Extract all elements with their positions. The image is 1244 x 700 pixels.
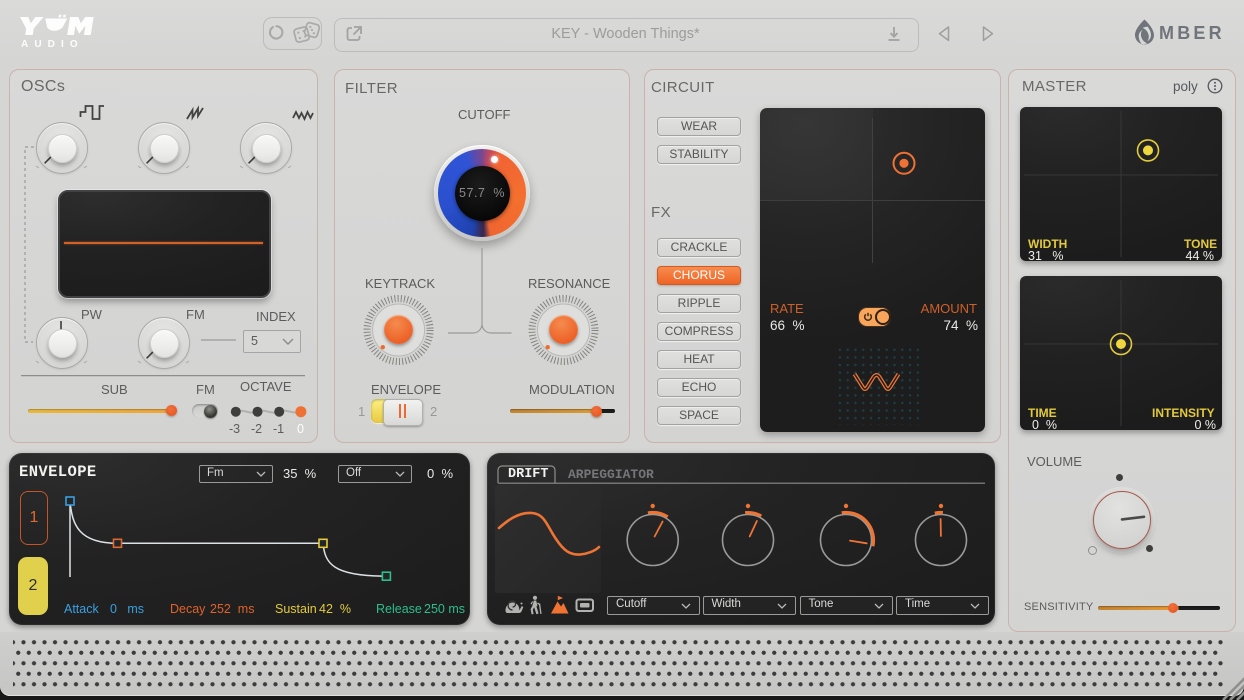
svg-text:AUDIO: AUDIO xyxy=(21,39,84,50)
